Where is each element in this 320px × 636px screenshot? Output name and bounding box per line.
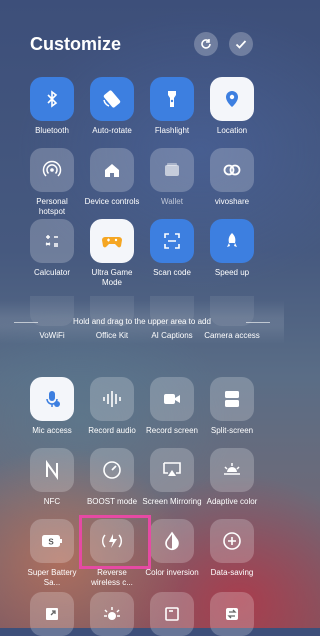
scan-icon — [150, 219, 194, 263]
selection-highlight — [79, 515, 151, 569]
tile-vivoshare[interactable]: vivoshare — [202, 148, 262, 207]
data-saving-icon — [210, 519, 254, 563]
tile-bluetooth[interactable]: Bluetooth — [22, 77, 82, 136]
tile-label: BOOST mode — [86, 497, 138, 506]
tile-label: Reverse wireless c... — [91, 568, 133, 587]
tile-label: Camera access — [204, 331, 260, 340]
tile-boost-mode[interactable]: BOOST mode — [82, 448, 142, 507]
battery-icon: S — [30, 519, 74, 563]
tile-partial-3[interactable] — [142, 592, 202, 636]
calculator-icon — [30, 219, 74, 263]
tile-label: NFC — [43, 497, 61, 506]
mic-icon — [30, 377, 74, 421]
tile-label: Location — [216, 126, 248, 135]
office-kit-icon — [90, 296, 134, 326]
home-icon — [90, 148, 134, 192]
brightness-icon — [210, 448, 254, 492]
tile-label: Device controls — [84, 197, 140, 206]
resize-icon — [30, 592, 74, 636]
tile-label: Auto-rotate — [92, 126, 132, 135]
tile-label: Split-screen — [210, 426, 254, 435]
tile-speed-up[interactable]: Speed up — [202, 219, 262, 278]
tile-label: Scan code — [153, 268, 191, 277]
tile-vowifi[interactable]: VoWiFi — [22, 296, 82, 341]
tile-camera-access[interactable]: Camera access — [202, 296, 262, 341]
tile-ultra-game-mode[interactable]: Ultra Game Mode — [82, 219, 142, 287]
tile-office-kit[interactable]: Office Kit — [82, 296, 142, 341]
nfc-icon — [30, 448, 74, 492]
tile-label: Super Battery Sa... — [27, 568, 77, 587]
ai-captions-icon — [150, 296, 194, 326]
vivoshare-icon — [210, 148, 254, 192]
tile-record-audio[interactable]: Record audio — [82, 377, 142, 436]
tile-label: Office Kit — [95, 331, 129, 340]
rotate-icon — [90, 77, 134, 121]
tile-partial-4[interactable] — [202, 592, 262, 636]
tile-label: Personal hotspot — [36, 197, 68, 216]
tile-auto-rotate[interactable]: Auto-rotate — [82, 77, 142, 136]
tile-nfc[interactable]: NFC — [22, 448, 82, 507]
tile-label: Wallet — [161, 197, 183, 206]
tile-label: Screen Mirroring — [142, 497, 202, 506]
tile-label: Calculator — [33, 268, 70, 277]
bluetooth-icon — [30, 77, 74, 121]
tile-mic-access[interactable]: Mic access — [22, 377, 82, 436]
tile-label: Record audio — [88, 426, 136, 435]
video-record-icon — [150, 377, 194, 421]
tile-label: Bluetooth — [35, 126, 69, 135]
tile-screen-mirroring[interactable]: Screen Mirroring — [142, 448, 202, 507]
hotspot-icon — [30, 148, 74, 192]
reset-button[interactable] — [194, 32, 218, 56]
confirm-button[interactable] — [229, 32, 253, 56]
screen-mirror-icon — [150, 448, 194, 492]
tile-data-saving[interactable]: Data-saving — [202, 519, 262, 578]
tile-label: Speed up — [214, 268, 250, 277]
tile-partial-1[interactable] — [22, 592, 82, 636]
location-icon — [210, 77, 254, 121]
refresh-icon — [201, 39, 211, 49]
tile-record-screen[interactable]: Record screen — [142, 377, 202, 436]
tile-personal-hotspot[interactable]: Personal hotspot — [22, 148, 82, 216]
invert-icon — [150, 519, 194, 563]
tile-label: vivoshare — [214, 197, 250, 206]
wallet-icon — [150, 148, 194, 192]
tile-label: Mic access — [32, 426, 72, 435]
tile-flashlight[interactable]: Flashlight — [142, 77, 202, 136]
window-icon — [150, 592, 194, 636]
tile-label: Ultra Game Mode — [91, 268, 133, 287]
gamepad-icon — [90, 219, 134, 263]
vowifi-icon — [30, 296, 74, 326]
speedometer-icon — [90, 448, 134, 492]
tile-scan-code[interactable]: Scan code — [142, 219, 202, 278]
svg-text:S: S — [48, 538, 54, 547]
page-title: Customize — [30, 34, 122, 54]
tile-label: Record screen — [145, 426, 199, 435]
tile-label: Flashlight — [154, 126, 190, 135]
tile-split-screen[interactable]: Split-screen — [202, 377, 262, 436]
tile-device-controls[interactable]: Device controls — [82, 148, 142, 207]
tile-location[interactable]: Location — [202, 77, 262, 136]
tile-color-inversion[interactable]: Color inversion — [142, 519, 202, 578]
tile-adaptive-color[interactable]: Adaptive color — [202, 448, 262, 507]
tile-label: AI Captions — [151, 331, 193, 340]
rocket-icon — [210, 219, 254, 263]
tile-calculator[interactable]: Calculator — [22, 219, 82, 278]
tile-label: Adaptive color — [206, 497, 258, 506]
tile-wallet[interactable]: Wallet — [142, 148, 202, 207]
camera-access-icon — [210, 296, 254, 326]
split-screen-icon — [210, 377, 254, 421]
audio-wave-icon — [90, 377, 134, 421]
tile-label: Data-saving — [210, 568, 254, 577]
check-icon — [235, 40, 247, 49]
tile-label: Color inversion — [145, 568, 199, 577]
sun-icon — [90, 592, 134, 636]
flashlight-icon — [150, 77, 194, 121]
tile-partial-2[interactable] — [82, 592, 142, 636]
tile-ai-captions[interactable]: AI Captions — [142, 296, 202, 341]
tile-super-battery-saver[interactable]: S Super Battery Sa... — [22, 519, 82, 587]
tile-label: VoWiFi — [39, 331, 65, 340]
transfer-icon — [210, 592, 254, 636]
